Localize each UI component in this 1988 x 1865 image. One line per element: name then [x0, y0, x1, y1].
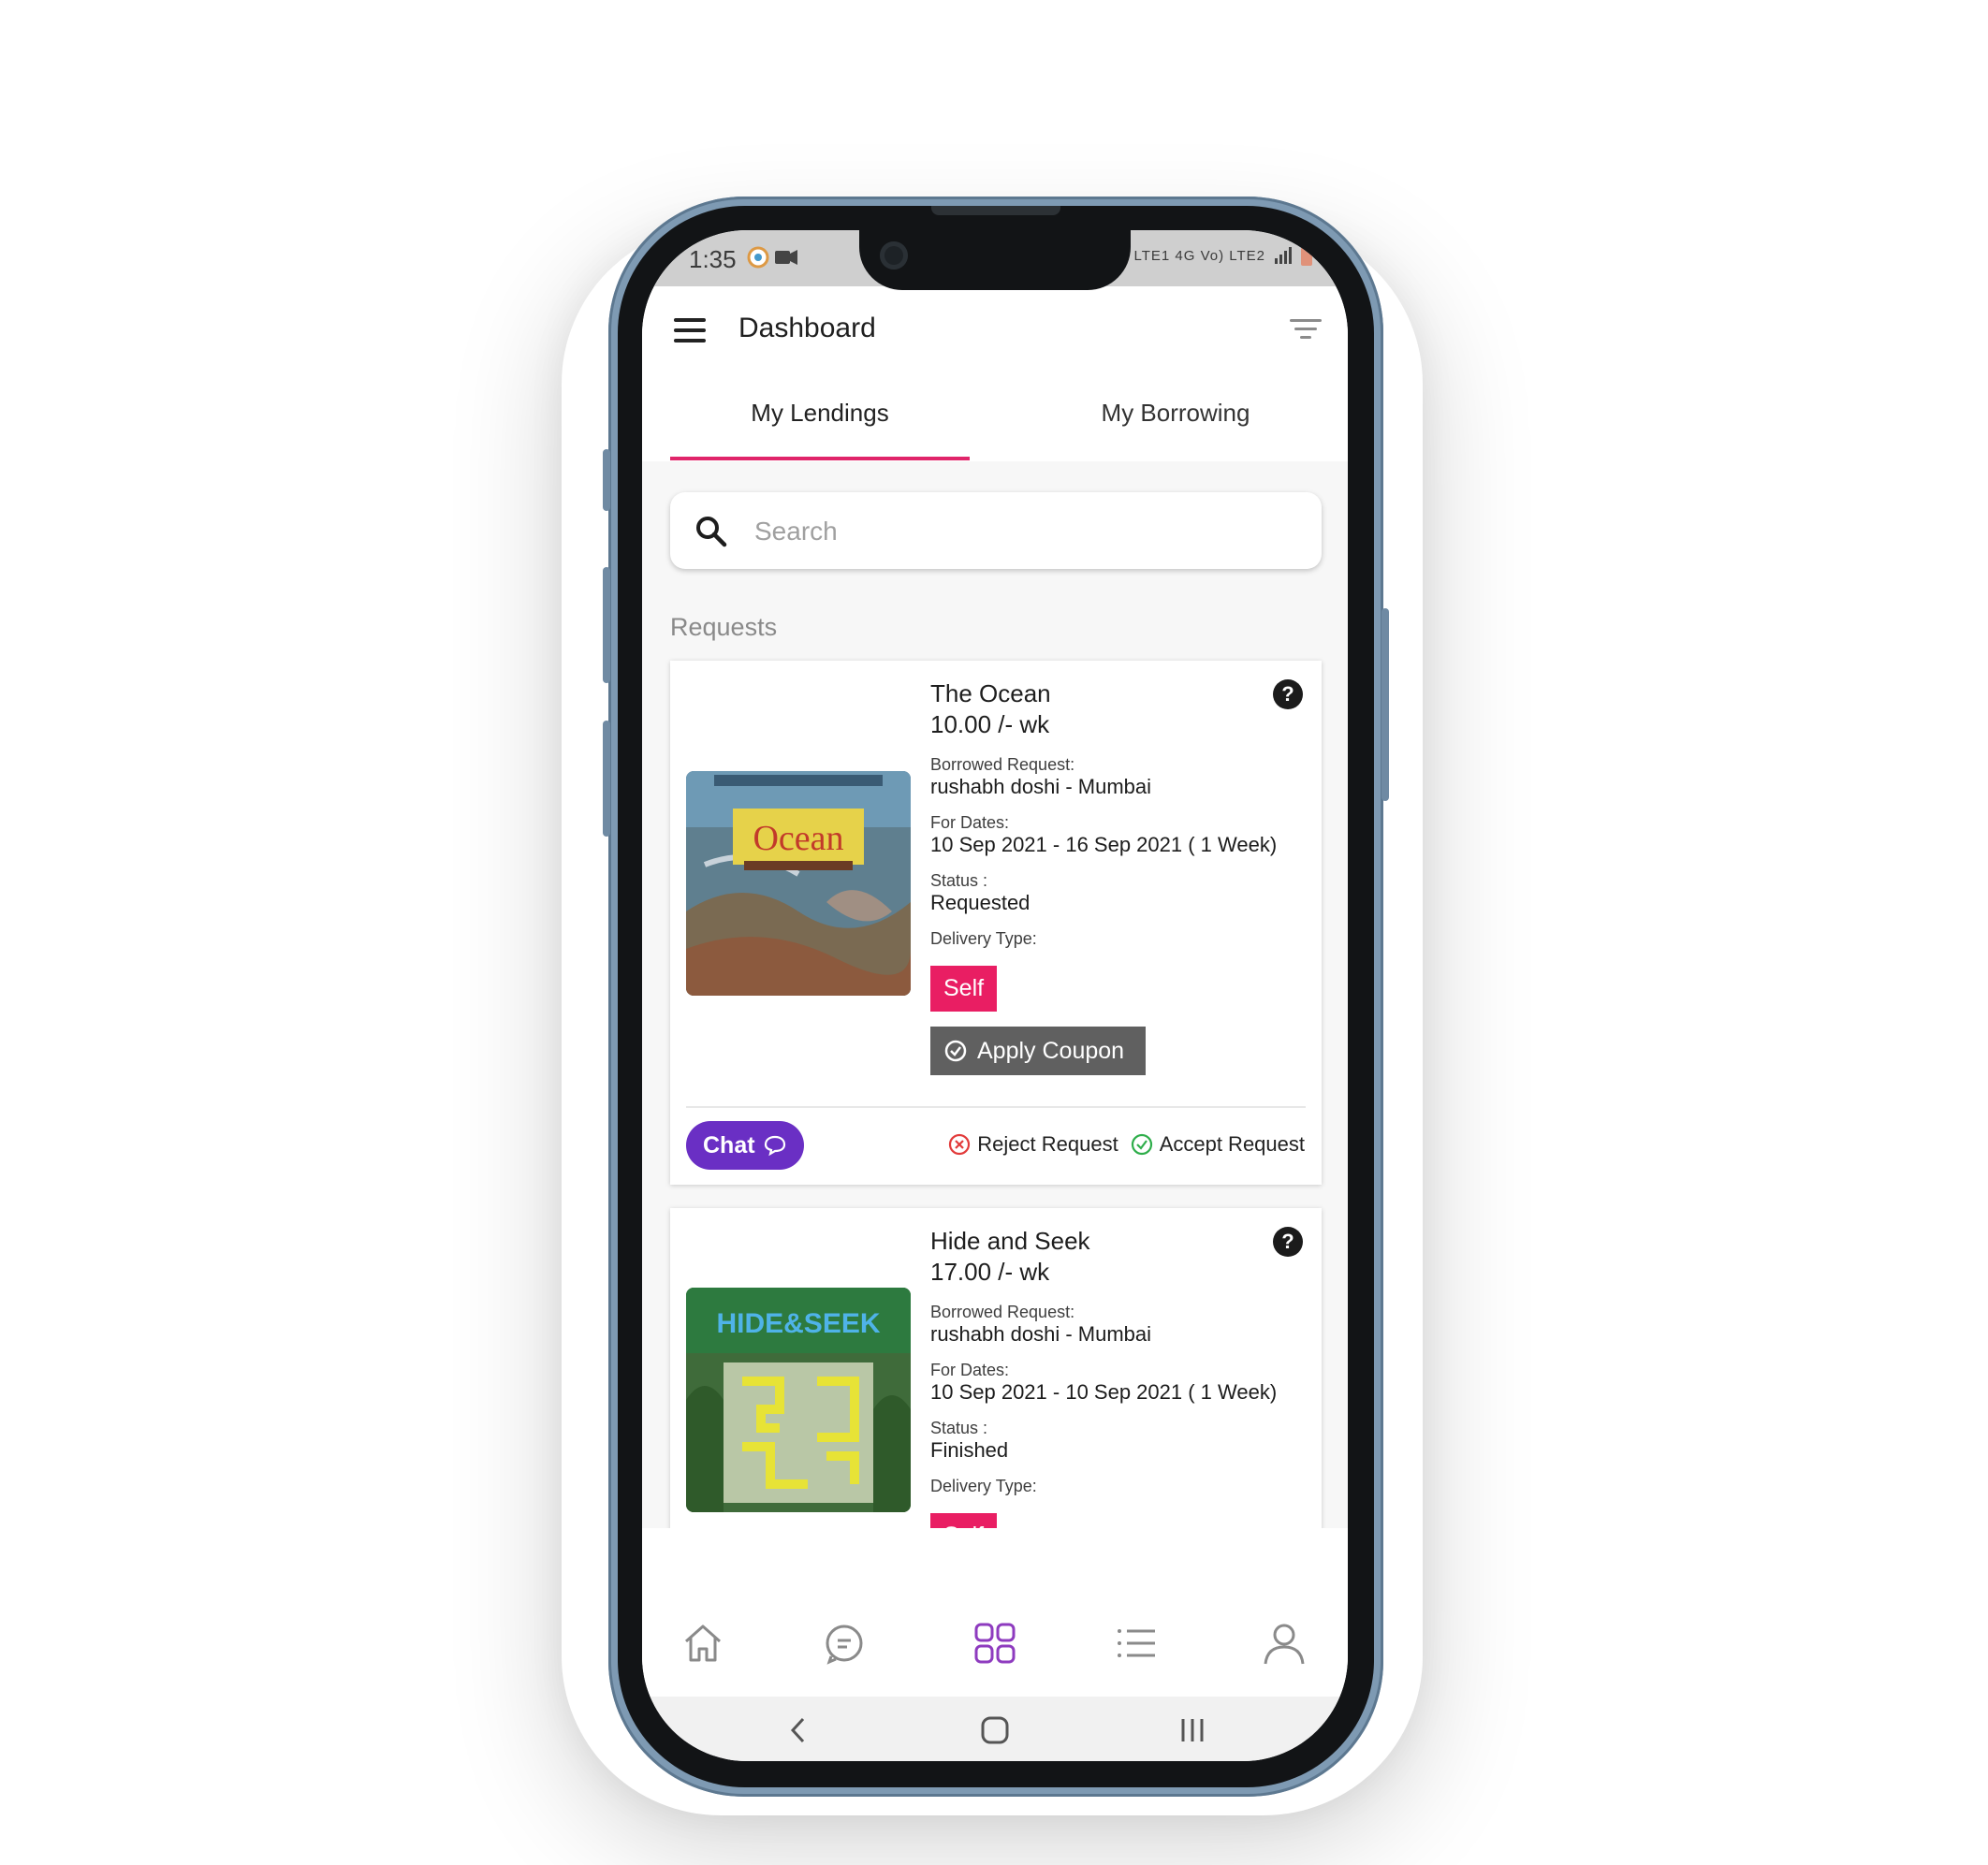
- dates-label: For Dates:: [930, 813, 1010, 832]
- search-input[interactable]: [753, 511, 1299, 552]
- check-circle-icon: [944, 1040, 967, 1062]
- reject-request-label: Reject Request: [977, 1132, 1118, 1156]
- tab-my-borrowing[interactable]: My Borrowing: [1026, 371, 1325, 461]
- side-button: [603, 567, 610, 683]
- chat-icon[interactable]: [818, 1617, 870, 1669]
- request-details: Hide and Seek 17.00 /- wk Borrowed Reque…: [930, 1225, 1286, 1528]
- request-status: Finished: [930, 1438, 1009, 1462]
- section-title: Requests: [670, 613, 778, 641]
- system-navigation-bar: [642, 1697, 1348, 1761]
- book-cover-image: Ocean: [686, 771, 911, 996]
- bottom-navigation: [642, 1594, 1348, 1697]
- book-price: 10.00 /- wk: [930, 710, 1050, 738]
- apply-coupon-button[interactable]: Apply Coupon: [930, 1027, 1146, 1075]
- active-tab-indicator: [670, 457, 970, 460]
- request-card: HIDE&SEEK ? Hide and Seek 17.00 /- wk Bo…: [670, 1208, 1322, 1528]
- delivery-type-label: Delivery Type:: [930, 929, 1037, 948]
- notch: [859, 230, 1131, 290]
- request-dates: 10 Sep 2021 - 10 Sep 2021 ( 1 Week): [930, 1380, 1278, 1404]
- status-label: Status :: [930, 1419, 988, 1437]
- speaker: [931, 206, 1060, 215]
- borrowed-request-label: Borrowed Request:: [930, 755, 1075, 774]
- profile-icon[interactable]: [1258, 1617, 1310, 1669]
- book-title: Hide and Seek: [930, 1227, 1090, 1255]
- side-button: [603, 449, 610, 511]
- delivery-type-badge[interactable]: Self: [930, 966, 998, 1012]
- hide-and-seek-cover-art: HIDE&SEEK: [686, 1288, 911, 1512]
- accept-icon: [1131, 1133, 1152, 1156]
- status-notification-icons: [747, 245, 803, 276]
- back-icon[interactable]: [779, 1710, 820, 1751]
- search-box: [670, 492, 1322, 569]
- home-icon[interactable]: [677, 1617, 729, 1669]
- recent-apps-icon[interactable]: [1172, 1710, 1213, 1751]
- svg-text:Ocean: Ocean: [753, 819, 843, 858]
- page-title: Dashboard: [738, 313, 876, 343]
- request-card: Ocean ? The Ocean 10.00 /- wk Borrowed R…: [670, 661, 1322, 1185]
- ocean-cover-art: Ocean: [686, 771, 911, 996]
- side-button: [1381, 608, 1389, 801]
- request-dates: 10 Sep 2021 - 16 Sep 2021 ( 1 Week): [930, 833, 1278, 856]
- chat-label: Chat: [703, 1131, 755, 1158]
- delivery-type-label: Delivery Type:: [930, 1477, 1037, 1495]
- book-price: 17.00 /- wk: [930, 1258, 1050, 1286]
- request-details: The Ocean 10.00 /- wk Borrowed Request: …: [930, 678, 1286, 1075]
- svg-text:HIDE&SEEK: HIDE&SEEK: [716, 1308, 880, 1339]
- list-icon[interactable]: [1110, 1617, 1162, 1669]
- signal-icon: [1275, 247, 1292, 264]
- chat-bubble-icon: [764, 1135, 785, 1157]
- notification-icons: [747, 246, 797, 269]
- accept-request-button[interactable]: Accept Request: [1130, 1132, 1305, 1157]
- chat-button[interactable]: Chat: [686, 1121, 804, 1170]
- side-button: [603, 721, 610, 837]
- delivery-type-badge[interactable]: Self: [930, 1513, 998, 1528]
- book-title: The Ocean: [930, 679, 1051, 707]
- request-actions: Reject Request Accept Request: [947, 1132, 1305, 1157]
- tab-my-lendings[interactable]: My Lendings: [670, 371, 970, 461]
- apply-coupon-label: Apply Coupon: [977, 1037, 1125, 1064]
- search-icon: [696, 517, 727, 547]
- battery-icon: [1301, 245, 1312, 266]
- front-camera: [880, 241, 908, 270]
- status-label: Status :: [930, 871, 988, 890]
- card-divider: [686, 1106, 1306, 1108]
- menu-icon[interactable]: [674, 318, 706, 342]
- reject-icon: [949, 1133, 971, 1156]
- tab-bar: My Lendings My Borrowing: [642, 371, 1348, 461]
- phone-screen: 1:35 Vo) LTE1 4G Vo) LTE2 Dashboard My L…: [642, 230, 1348, 1761]
- borrowed-request-label: Borrowed Request:: [930, 1303, 1075, 1321]
- app-bar: Dashboard: [642, 286, 1348, 371]
- borrower-name: rushabh doshi - Mumbai: [930, 775, 1152, 798]
- book-cover-image: HIDE&SEEK: [686, 1288, 911, 1512]
- home-button-icon[interactable]: [974, 1710, 1016, 1751]
- dashboard-icon[interactable]: [969, 1617, 1021, 1669]
- status-time: 1:35: [689, 245, 737, 273]
- reject-request-button[interactable]: Reject Request: [947, 1132, 1118, 1157]
- dates-label: For Dates:: [930, 1361, 1010, 1379]
- request-status: Requested: [930, 891, 1031, 914]
- content-area: Requests Ocean ? The Ocean: [642, 461, 1348, 1528]
- accept-request-label: Accept Request: [1159, 1132, 1305, 1156]
- filter-icon[interactable]: [1290, 319, 1322, 343]
- borrower-name: rushabh doshi - Mumbai: [930, 1322, 1152, 1346]
